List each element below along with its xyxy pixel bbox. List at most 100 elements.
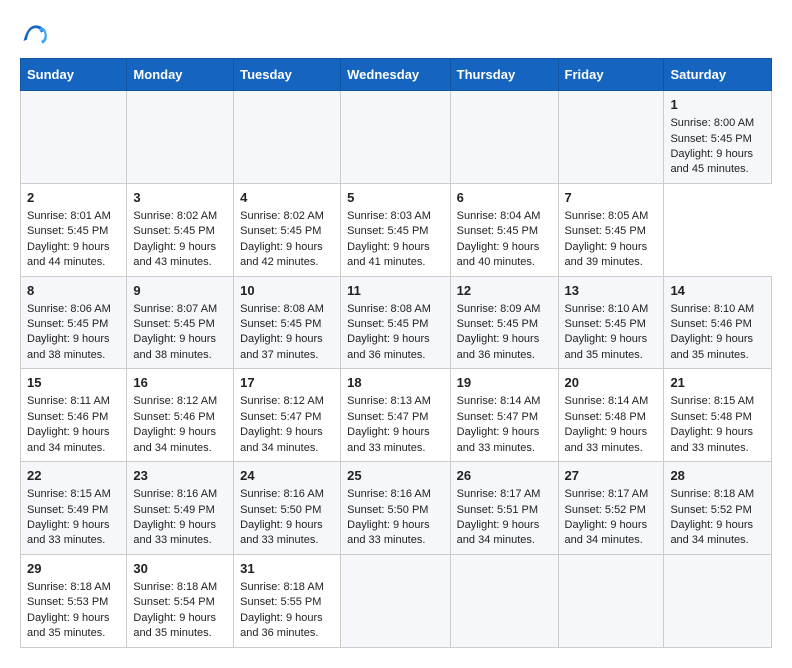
day-number: 17 <box>240 374 334 392</box>
calendar-day-cell: 13Sunrise: 8:10 AMSunset: 5:45 PMDayligh… <box>558 276 664 369</box>
logo <box>20 20 50 48</box>
sunrise-text: Sunrise: 8:18 AM <box>670 488 754 500</box>
sunset-text: Sunset: 5:46 PM <box>133 411 214 423</box>
sunset-text: Sunset: 5:47 PM <box>457 411 538 423</box>
daylight-text: Daylight: 9 hours and 39 minutes. <box>565 241 648 268</box>
day-number: 29 <box>27 560 120 578</box>
sunrise-text: Sunrise: 8:10 AM <box>670 303 754 315</box>
sunset-text: Sunset: 5:54 PM <box>133 596 214 608</box>
empty-cell <box>664 554 772 647</box>
sunrise-text: Sunrise: 8:12 AM <box>240 395 324 407</box>
day-number: 15 <box>27 374 120 392</box>
day-header-wednesday: Wednesday <box>341 59 451 91</box>
sunrise-text: Sunrise: 8:05 AM <box>565 210 649 222</box>
calendar-week-row: 29 Sunrise: 8:18 AM Sunset: 5:53 PM Dayligh… <box>21 554 772 647</box>
empty-cell <box>341 554 451 647</box>
sunrise-text: Sunrise: 8:08 AM <box>347 303 431 315</box>
day-number: 19 <box>457 374 552 392</box>
daylight-text: Daylight: 9 hours and 34 minutes. <box>240 426 323 453</box>
calendar-day-cell: 22Sunrise: 8:15 AMSunset: 5:49 PMDayligh… <box>21 462 127 555</box>
calendar-day-cell: 26Sunrise: 8:17 AMSunset: 5:51 PMDayligh… <box>450 462 558 555</box>
calendar-day-cell: 18 Sunrise: 8:13 AM Sunset: 5:47 PM Dayligh… <box>341 369 451 462</box>
sunrise-text: Sunrise: 8:09 AM <box>457 303 541 315</box>
calendar-day-cell: 5Sunrise: 8:03 AMSunset: 5:45 PMDaylight… <box>341 183 451 276</box>
sunset-text: Sunset: 5:45 PM <box>133 318 214 330</box>
day-number: 25 <box>347 467 444 485</box>
sunrise-text: Sunrise: 8:15 AM <box>27 488 111 500</box>
sunrise-text: Sunrise: 8:08 AM <box>240 303 324 315</box>
calendar-week-row: 2Sunrise: 8:01 AMSunset: 5:45 PMDaylight… <box>21 183 772 276</box>
sunset-text: Sunset: 5:45 PM <box>457 225 538 237</box>
sunset-text: Sunset: 5:47 PM <box>347 411 428 423</box>
daylight-text: Daylight: 9 hours and 33 minutes. <box>347 519 430 546</box>
calendar-day-cell: 31Sunrise: 8:18 AMSunset: 5:55 PMDayligh… <box>234 554 341 647</box>
calendar-week-row: 15 Sunrise: 8:11 AM Sunset: 5:46 PM Dayligh… <box>21 369 772 462</box>
sunrise-text: Sunrise: 8:14 AM <box>565 395 649 407</box>
empty-cell <box>558 91 664 184</box>
calendar-day-cell: 12Sunrise: 8:09 AMSunset: 5:45 PMDayligh… <box>450 276 558 369</box>
calendar-table: SundayMondayTuesdayWednesdayThursdayFrid… <box>20 58 772 648</box>
sunset-text: Sunset: 5:45 PM <box>347 225 428 237</box>
sunrise-text: Sunrise: 8:18 AM <box>133 581 217 593</box>
daylight-text: Daylight: 9 hours and 34 minutes. <box>457 519 540 546</box>
daylight-text: Daylight: 9 hours and 33 minutes. <box>457 426 540 453</box>
day-number: 4 <box>240 189 334 207</box>
sunset-text: Sunset: 5:49 PM <box>133 504 214 516</box>
sunset-text: Sunset: 5:45 PM <box>347 318 428 330</box>
calendar-day-cell: 17Sunrise: 8:12 AMSunset: 5:47 PMDayligh… <box>234 369 341 462</box>
sunrise-text: Sunrise: 8:18 AM <box>27 581 111 593</box>
daylight-text: Daylight: 9 hours and 37 minutes. <box>240 333 323 360</box>
daylight-text: Daylight: 9 hours and 43 minutes. <box>133 241 216 268</box>
sunset-text: Sunset: 5:48 PM <box>565 411 646 423</box>
day-number: 9 <box>133 282 227 300</box>
sunrise-text: Sunrise: 8:17 AM <box>457 488 541 500</box>
calendar-day-cell: 21Sunrise: 8:15 AMSunset: 5:48 PMDayligh… <box>664 369 772 462</box>
calendar-day-cell: 3Sunrise: 8:02 AMSunset: 5:45 PMDaylight… <box>127 183 234 276</box>
sunset-text: Sunset: 5:45 PM <box>670 133 751 145</box>
calendar-day-cell: 25Sunrise: 8:16 AMSunset: 5:50 PMDayligh… <box>341 462 451 555</box>
daylight-text: Daylight: 9 hours and 35 minutes. <box>27 612 110 639</box>
sunset-text: Sunset: 5:50 PM <box>347 504 428 516</box>
calendar-week-row: 1Sunrise: 8:00 AMSunset: 5:45 PMDaylight… <box>21 91 772 184</box>
day-number: 23 <box>133 467 227 485</box>
calendar-day-cell: 6Sunrise: 8:04 AMSunset: 5:45 PMDaylight… <box>450 183 558 276</box>
daylight-text: Daylight: 9 hours and 34 minutes. <box>27 426 110 453</box>
calendar-day-cell: 7Sunrise: 8:05 AMSunset: 5:45 PMDaylight… <box>558 183 664 276</box>
daylight-text: Daylight: 9 hours and 33 minutes. <box>565 426 648 453</box>
daylight-text: Daylight: 9 hours and 35 minutes. <box>133 612 216 639</box>
sunrise-text: Sunrise: 8:12 AM <box>133 395 217 407</box>
sunrise-text: Sunrise: 8:07 AM <box>133 303 217 315</box>
calendar-day-cell: 15Sunrise: 8:11 AMSunset: 5:46 PMDayligh… <box>21 369 127 462</box>
day-number: 12 <box>457 282 552 300</box>
sunrise-text: Sunrise: 8:11 AM <box>27 395 110 407</box>
daylight-text: Daylight: 9 hours and 34 minutes. <box>670 519 753 546</box>
calendar-day-cell: 10 Sunrise: 8:08 AM Sunset: 5:45 PM Dayligh… <box>234 276 341 369</box>
day-number: 7 <box>565 189 658 207</box>
day-number: 24 <box>240 467 334 485</box>
day-number: 13 <box>565 282 658 300</box>
daylight-text: Daylight: 9 hours and 44 minutes. <box>27 241 110 268</box>
calendar-day-cell: 16Sunrise: 8:12 AMSunset: 5:46 PMDayligh… <box>127 369 234 462</box>
daylight-text: Daylight: 9 hours and 36 minutes. <box>457 333 540 360</box>
sunset-text: Sunset: 5:45 PM <box>240 318 321 330</box>
calendar-day-cell: 28Sunrise: 8:18 AMSunset: 5:52 PMDayligh… <box>664 462 772 555</box>
day-header-thursday: Thursday <box>450 59 558 91</box>
day-number: 18 <box>347 374 444 392</box>
sunset-text: Sunset: 5:50 PM <box>240 504 321 516</box>
calendar-day-cell: 24Sunrise: 8:16 AMSunset: 5:50 PMDayligh… <box>234 462 341 555</box>
empty-cell <box>234 91 341 184</box>
sunset-text: Sunset: 5:49 PM <box>27 504 108 516</box>
sunset-text: Sunset: 5:53 PM <box>27 596 108 608</box>
sunrise-text: Sunrise: 8:13 AM <box>347 395 431 407</box>
day-header-sunday: Sunday <box>21 59 127 91</box>
sunrise-text: Sunrise: 8:04 AM <box>457 210 541 222</box>
empty-cell <box>450 91 558 184</box>
daylight-text: Daylight: 9 hours and 45 minutes. <box>670 148 753 175</box>
day-number: 10 <box>240 282 334 300</box>
daylight-text: Daylight: 9 hours and 40 minutes. <box>457 241 540 268</box>
day-number: 1 <box>670 96 765 114</box>
sunrise-text: Sunrise: 8:02 AM <box>133 210 217 222</box>
day-header-saturday: Saturday <box>664 59 772 91</box>
daylight-text: Daylight: 9 hours and 33 minutes. <box>347 426 430 453</box>
daylight-text: Daylight: 9 hours and 34 minutes. <box>565 519 648 546</box>
